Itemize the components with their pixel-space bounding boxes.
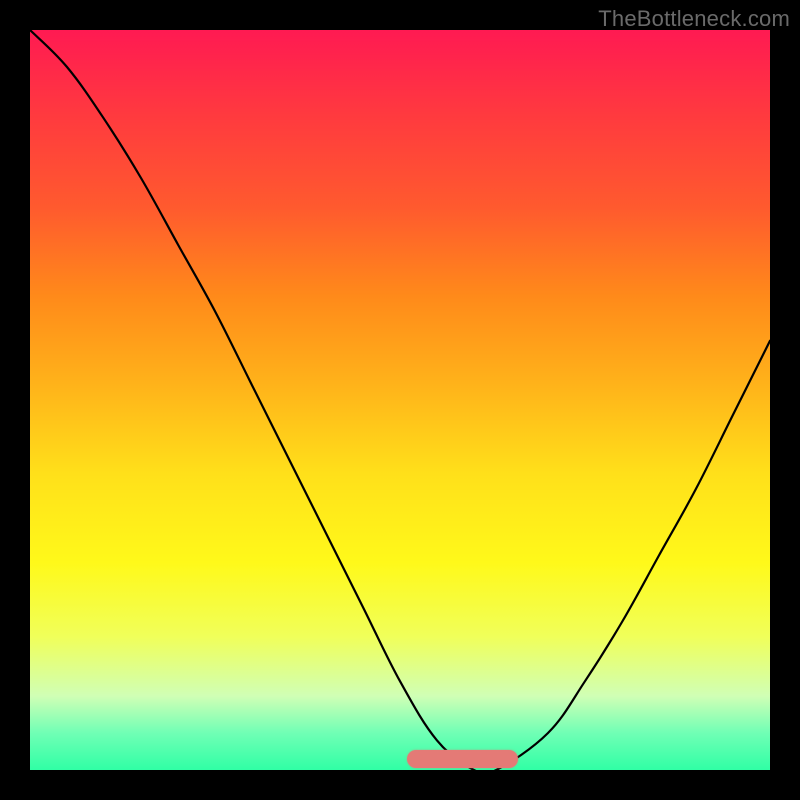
bottleneck-curve — [30, 30, 770, 770]
flat-bottom-highlight — [407, 750, 518, 768]
chart-plot-area — [30, 30, 770, 770]
watermark-text: TheBottleneck.com — [598, 6, 790, 32]
